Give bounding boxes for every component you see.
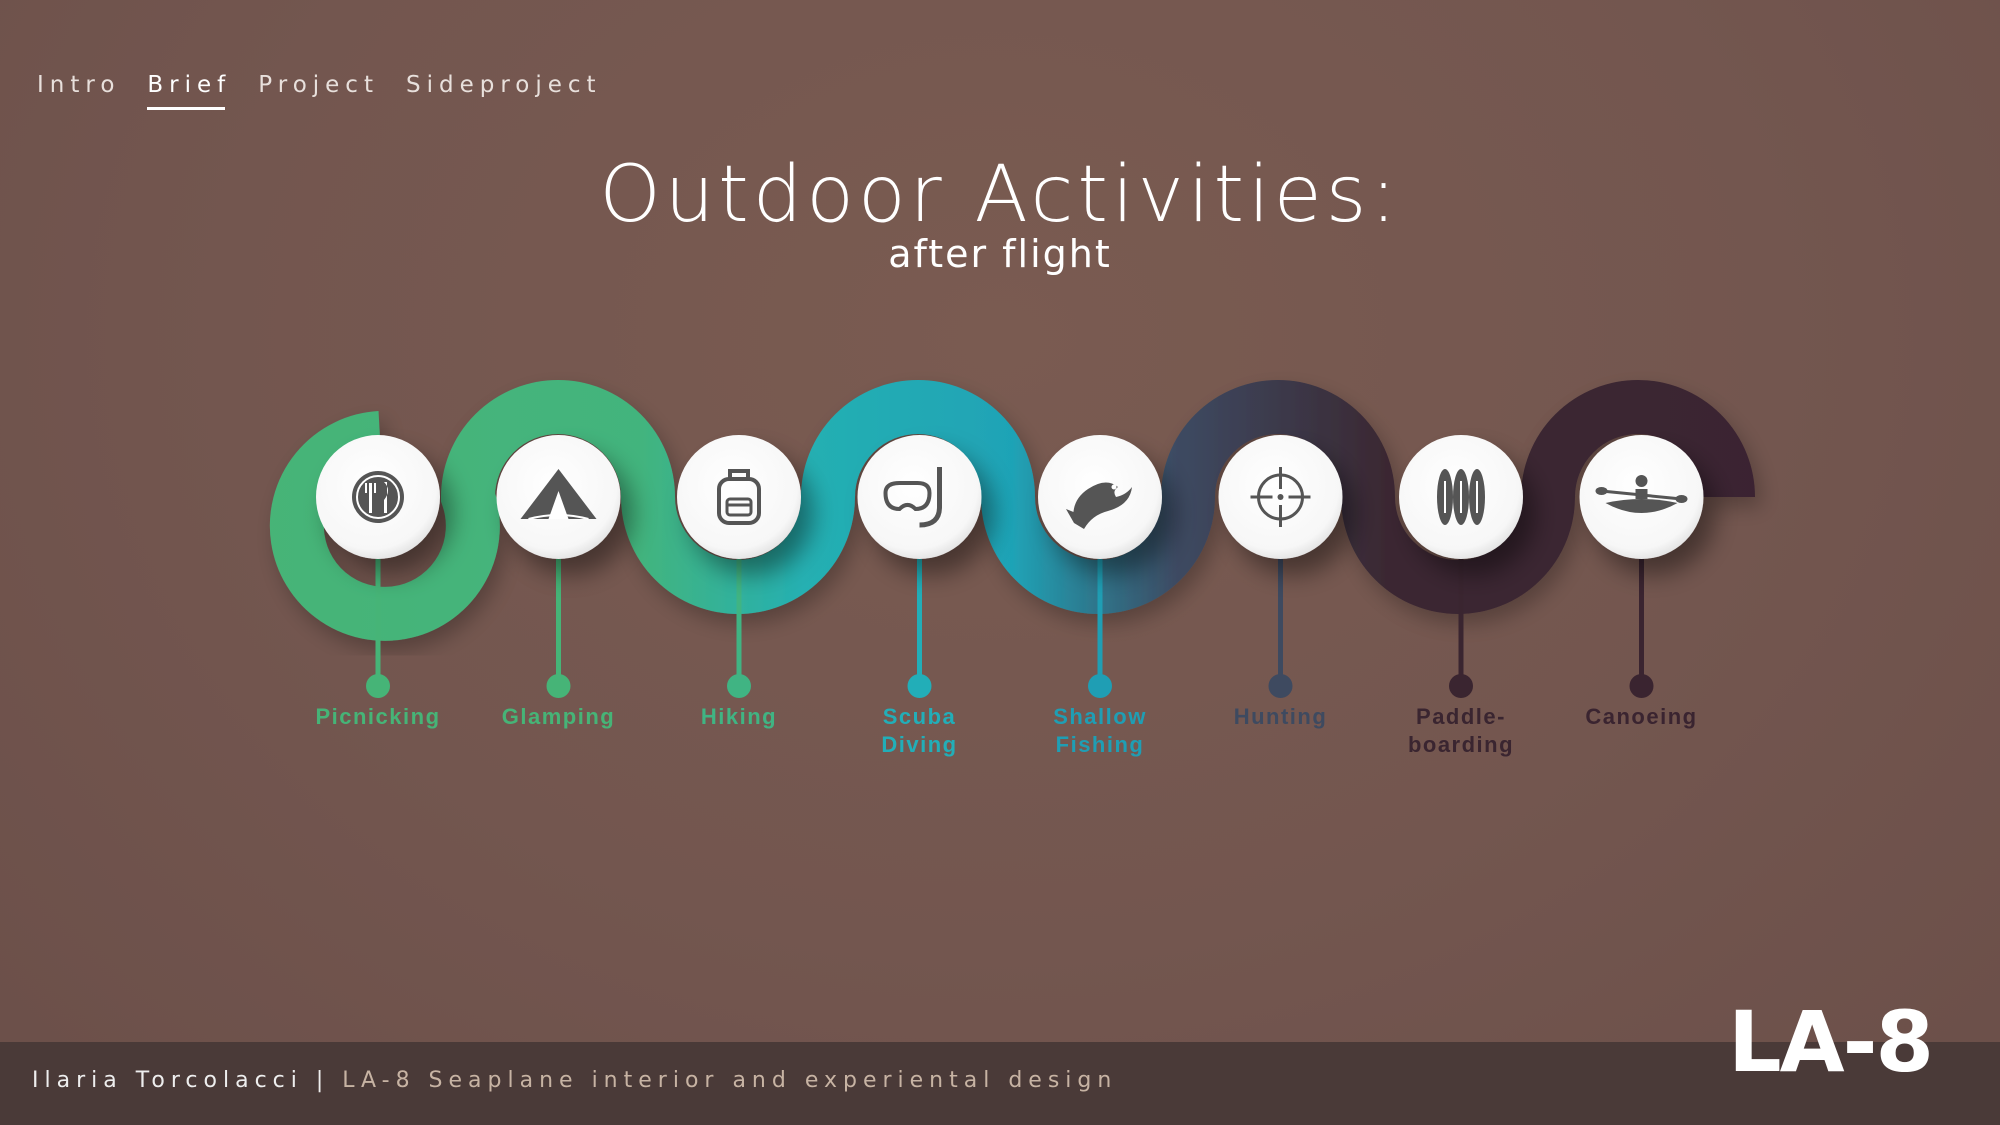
activity-label-line: Diving — [881, 732, 958, 757]
activity-label-line: Fishing — [1055, 732, 1145, 757]
activity-button-glamping[interactable] — [496, 435, 621, 559]
activity-button-hunting[interactable] — [1218, 435, 1343, 559]
dot-glamping — [546, 674, 571, 698]
footer-separator: | — [302, 1068, 343, 1093]
activity-label-line: boarding — [1407, 732, 1515, 757]
activity-button-paddleboarding[interactable] — [1399, 435, 1523, 559]
activity-label-line: Shallow — [1053, 704, 1147, 729]
activity-button-face — [857, 435, 982, 559]
activity-label-line: Hiking — [700, 704, 778, 729]
dot-hunting — [1268, 674, 1293, 698]
activity-button-face — [677, 435, 801, 559]
activity-label-line: Picnicking — [315, 704, 441, 729]
dot-paddleboarding — [1449, 674, 1473, 698]
dot-picnicking — [366, 674, 390, 698]
activity-label-scubadiving: Scuba Diving — [820, 703, 1020, 759]
la8-logo: LA-8 — [1728, 993, 1934, 1091]
footer-project: LA-8 Seaplane interior and experiental d… — [342, 1068, 1118, 1093]
activities-timeline — [269, 380, 1755, 698]
dot-scubadiving — [907, 674, 932, 698]
activity-label-picnicking: Picnicking — [278, 703, 478, 731]
plate-fork-knife-icon — [352, 471, 404, 523]
activity-button-canoeing[interactable] — [1579, 435, 1704, 559]
activity-label-line: Paddle- — [1416, 704, 1506, 729]
paddleboards-icon — [1437, 469, 1485, 525]
activity-label-line: Scuba — [882, 704, 957, 729]
activity-button-scubadiving[interactable] — [857, 435, 982, 559]
activity-button-picnicking[interactable] — [316, 435, 440, 559]
activity-label-glamping: Glamping — [459, 703, 659, 731]
dot-hiking — [727, 674, 751, 698]
activity-button-hiking[interactable] — [677, 435, 801, 559]
activity-label-line: Glamping — [501, 704, 616, 729]
dot-shallowfishing — [1088, 674, 1112, 698]
footer-credit: Ilaria Torcolacci | LA-8 Seaplane interi… — [32, 1068, 1117, 1093]
activity-label-paddleboarding: Paddle-boarding — [1361, 703, 1561, 759]
activity-label-line: Hunting — [1233, 704, 1328, 729]
activity-label-shallowfishing: Shallow Fishing — [1000, 703, 1200, 759]
footer-author: Ilaria Torcolacci — [32, 1068, 303, 1093]
activity-label-line: Canoeing — [1585, 704, 1698, 729]
activity-label-hiking: Hiking — [639, 703, 839, 731]
activity-button-shallowfishing[interactable] — [1038, 435, 1162, 559]
dot-canoeing — [1629, 674, 1654, 698]
activity-label-hunting: Hunting — [1181, 703, 1381, 731]
activity-label-canoeing: Canoeing — [1542, 703, 1742, 731]
